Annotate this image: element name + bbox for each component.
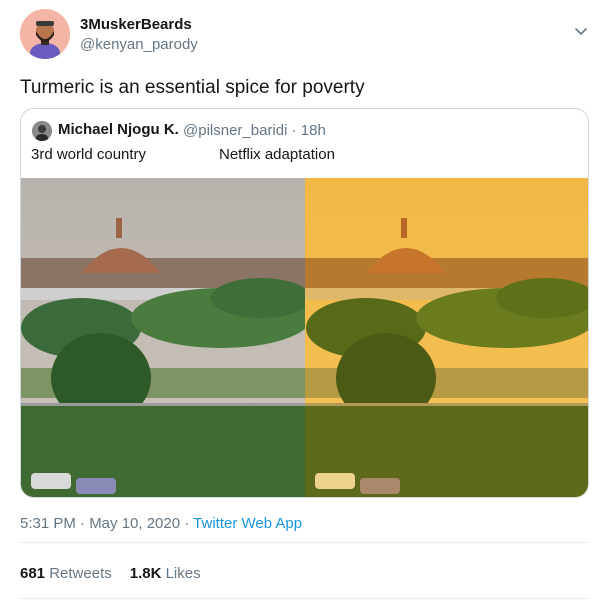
avatar[interactable]	[20, 9, 70, 59]
tweet-time[interactable]: 5:31 PM · May 10, 2020 ·	[20, 515, 193, 532]
quoted-text-right: Netflix adaptation	[219, 146, 335, 163]
quoted-text-left: 3rd world country	[31, 146, 147, 163]
likes-stat[interactable]: 1.8K Likes	[130, 565, 201, 582]
author-display-name[interactable]: 3MuskerBeards	[80, 16, 192, 33]
quoted-media-image[interactable]	[21, 178, 588, 497]
retweets-count: 681	[20, 565, 46, 582]
tweet-text: Turmeric is an essential spice for pover…	[20, 77, 365, 98]
left-photo	[21, 178, 311, 497]
likes-count: 1.8K	[129, 565, 162, 582]
author-handle[interactable]: @kenyan_parody	[80, 36, 198, 53]
tweet-timestamp: 5:31 PM · May 10, 2020 · Twitter Web App	[20, 515, 302, 532]
chevron-down-icon[interactable]	[572, 22, 590, 40]
divider-bottom	[20, 598, 589, 599]
retweets-stat[interactable]: 681 Retweets	[20, 565, 112, 582]
likes-label: Likes	[165, 565, 201, 582]
divider-top	[20, 542, 589, 543]
retweets-label: Retweets	[49, 565, 112, 582]
quoted-tweet[interactable]: Michael Njogu K. @pilsner_baridi · 18h 3…	[20, 108, 589, 498]
tweet-source-app[interactable]: Twitter Web App	[193, 515, 302, 532]
quoted-handle-time[interactable]: @pilsner_baridi · 18h	[183, 122, 326, 139]
tweet-stats: 681 Retweets 1.8K Likes	[20, 565, 201, 582]
quoted-avatar[interactable]	[32, 121, 52, 141]
right-photo	[305, 178, 588, 497]
quoted-display-name[interactable]: Michael Njogu K.	[58, 121, 179, 138]
